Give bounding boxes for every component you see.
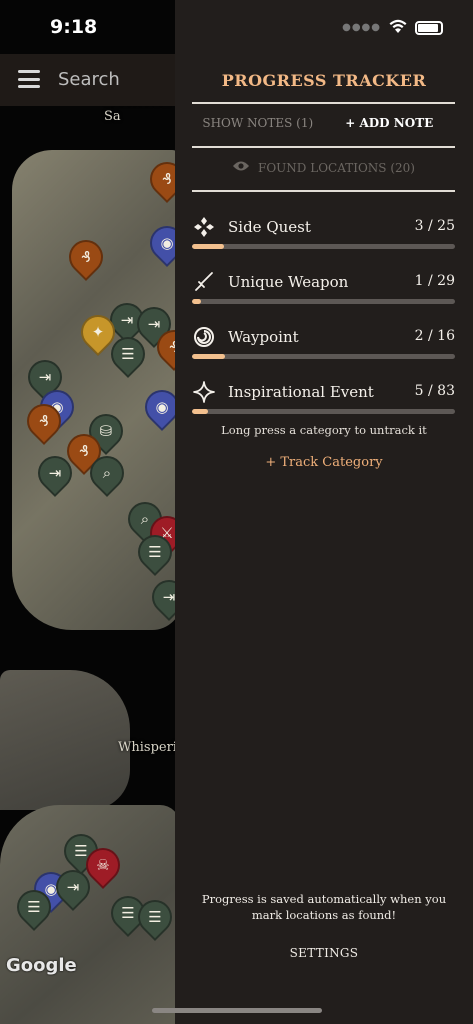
category-count: 3 / 25 [414,218,455,234]
progress-bar [192,299,455,304]
notes-row: SHOW NOTES (1) + ADD NOTE [192,116,455,130]
progress-fill [192,299,201,304]
progress-fill [192,244,224,249]
category-count: 1 / 29 [414,273,455,289]
battery-icon [415,20,443,35]
progress-bar [192,354,455,359]
divider [192,146,455,148]
swirl-icon [192,326,216,348]
progress-drawer: PROGRESS TRACKER SHOW NOTES (1) + ADD NO… [175,0,473,1024]
add-note-button[interactable]: + ADD NOTE [324,116,456,130]
autosave-note: Progress is saved automatically when you… [201,892,447,922]
category-waypoint[interactable]: Waypoint 2 / 16 [192,326,455,366]
dagger-icon [192,271,216,293]
home-indicator [152,1008,322,1013]
menu-icon[interactable] [18,70,40,88]
sparkle-icon [192,381,216,403]
search-input[interactable]: Search [58,69,120,90]
category-name: Unique Weapon [228,273,349,291]
untrack-hint: Long press a category to untrack it [221,423,427,437]
found-locations-label: FOUND LOCATIONS (20) [258,160,415,175]
map-terrain [0,670,130,810]
progress-fill [192,354,225,359]
map-view[interactable]: Shattered Sa Whisperin ₰ ◉ ₰ ⇥ ⇥ ✦ ☰ ₰ ⇥… [0,0,175,1024]
divider [192,102,455,104]
category-name: Inspirational Event [228,383,374,401]
category-count: 2 / 16 [414,328,455,344]
map-label: Whisperin [118,740,175,755]
track-category-button[interactable]: + Track Category [175,455,473,470]
status-bar: 9:18 ●●●● [0,0,473,54]
search-bar[interactable]: Search [0,54,175,106]
category-name: Side Quest [228,218,311,236]
progress-bar [192,244,455,249]
signal-icon: ●●●● [342,22,381,33]
category-count: 5 / 83 [414,383,455,399]
progress-fill [192,409,208,414]
settings-button[interactable]: SETTINGS [175,946,473,960]
wifi-icon [389,18,407,37]
category-inspirational-event[interactable]: Inspirational Event 5 / 83 [192,381,455,421]
category-unique-weapon[interactable]: Unique Weapon 1 / 29 [192,271,455,311]
progress-bar [192,409,455,414]
status-icons: ●●●● [342,18,443,37]
google-logo: Google [6,955,77,976]
eye-icon [232,160,250,175]
show-notes-button[interactable]: SHOW NOTES (1) [192,116,324,130]
status-time: 9:18 [50,16,98,38]
diamond-cluster-icon [192,216,216,238]
category-name: Waypoint [228,328,299,346]
category-side-quest[interactable]: Side Quest 3 / 25 [192,216,455,256]
found-locations-button[interactable]: FOUND LOCATIONS (20) [192,160,455,175]
divider [192,190,455,192]
drawer-title: PROGRESS TRACKER [221,71,427,90]
